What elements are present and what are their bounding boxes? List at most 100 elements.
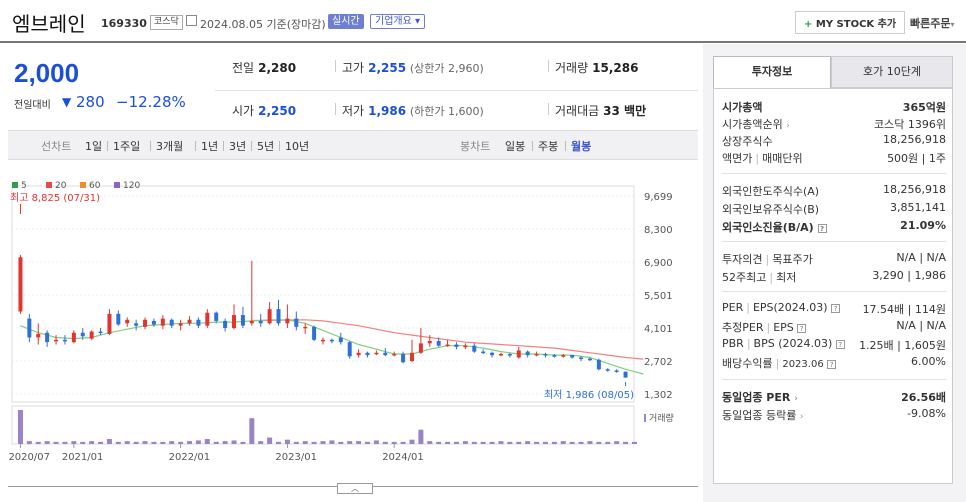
legend-swatch — [114, 182, 120, 188]
candle-body — [623, 371, 628, 378]
volume-bar — [338, 441, 344, 444]
volume-bar — [542, 441, 548, 444]
company-overview-dropdown[interactable]: 기업개요 ▾ — [370, 14, 426, 29]
info-icon[interactable]: ? — [831, 303, 841, 313]
foreign-limit-value: 18,256,918 — [883, 183, 946, 196]
volume-bar — [124, 441, 130, 444]
volume-bar — [133, 441, 139, 444]
candle-chart-label[interactable]: 봉차트 — [460, 138, 490, 154]
candle-body — [196, 319, 201, 326]
volume-bar — [605, 441, 611, 444]
candle-body — [116, 313, 121, 325]
opinion-label: 투자의견 — [722, 253, 763, 266]
candle-body — [481, 351, 486, 354]
line-chart-label[interactable]: 선차트 — [41, 138, 71, 154]
realtime-button[interactable]: 실시간 — [328, 14, 364, 29]
sector-chg-label: 동일업종 등락률 — [722, 409, 797, 422]
candle-body — [570, 355, 575, 358]
volume-bar — [569, 441, 575, 444]
fper-value: N/A | N/A — [896, 319, 946, 332]
volume-legend-swatch — [644, 414, 646, 422]
tab-candle-daily[interactable]: 일봉 — [505, 138, 525, 154]
volume-bar — [489, 441, 495, 444]
sector-chg-value: -9.08% — [907, 407, 946, 420]
quote-date: 2024.08.05 기준(장마감) — [200, 18, 326, 31]
market-cap-row: 시가총액 365억원 — [722, 99, 946, 115]
volume-label: 거래량 — [649, 412, 674, 424]
section-divider — [722, 173, 946, 174]
volume-bar — [276, 441, 282, 444]
market-cap-rank-row[interactable]: 시가총액순위 › 코스닥 1396위 — [722, 116, 946, 132]
tab-orderbook-10[interactable]: 호가 10단계 — [831, 56, 953, 88]
y-tick-label: 1,302 — [644, 390, 673, 401]
tab-period-3y[interactable]: 3년 — [229, 138, 246, 154]
candle-body — [596, 359, 601, 370]
volume-bar — [436, 441, 442, 444]
x-tick-label: 2024/01 — [382, 452, 424, 463]
info-icon[interactable]: ? — [827, 359, 837, 369]
sector-change-row[interactable]: 동일업종 등락률 › -9.08% — [722, 407, 946, 423]
volume-bar — [391, 441, 397, 444]
tab-period-10y[interactable]: 10년 — [285, 138, 309, 154]
candle-body — [205, 312, 210, 326]
x-tick-label: 2022/01 — [169, 452, 211, 463]
candle-body — [160, 318, 165, 326]
plot-area — [11, 185, 635, 403]
volume-bar — [418, 429, 424, 444]
collapse-toggle-button[interactable]: ︿ — [337, 483, 373, 494]
chart-tabs-bar: 선차트 1일 1주일 3개월 1년 3년 5년 10년 봉차트 일봉 주봉 월봉 — [8, 130, 698, 160]
candle-body — [347, 342, 352, 357]
separator: | — [746, 337, 751, 350]
candle-body — [321, 339, 325, 342]
chevron-right-icon: › — [786, 121, 790, 131]
legend-label: 60 — [89, 181, 101, 191]
tab-candle-weekly[interactable]: 주봉 — [538, 138, 558, 154]
quick-order-dropdown[interactable]: 빠른주문▾ — [910, 15, 955, 31]
candle-body — [365, 352, 370, 356]
volume-bar — [302, 441, 308, 444]
candle-body — [27, 318, 32, 338]
add-mystock-button[interactable]: + MY STOCK 추가 — [795, 11, 906, 34]
price-chart: 9,699 8,300 6,900 5,501 4,101 2,702 1,302 5 20 60… — [8, 176, 698, 466]
tab-invest-info[interactable]: 투자정보 — [713, 56, 831, 88]
candle-body — [418, 343, 423, 353]
info-icon[interactable]: ? — [835, 339, 845, 349]
candle-body — [409, 352, 414, 362]
eps-label: EPS(2024.03) — [752, 301, 828, 314]
tab-period-1d[interactable]: 1일 — [85, 138, 102, 154]
foreign-hold-row: 외국인보유주식수(B) 3,851,141 — [722, 201, 946, 217]
volume-bar — [534, 441, 540, 444]
quick-order-label: 빠른주문 — [910, 17, 951, 30]
tab-period-3m[interactable]: 3개월 — [156, 138, 183, 154]
sector-per-row[interactable]: 동일업종 PER › 26.56배 — [722, 389, 946, 405]
volume-bar — [26, 441, 32, 444]
info-icon[interactable]: ? — [797, 323, 807, 333]
opinion-row: 투자의견 | 목표주가 N/A | N/A — [722, 251, 946, 267]
legend-swatch — [12, 182, 18, 188]
volume-bar — [71, 441, 77, 444]
candle-body — [240, 315, 245, 326]
sector-per-value: 26.56배 — [901, 391, 946, 404]
info-icon[interactable]: ? — [817, 223, 827, 233]
candle-body — [445, 344, 450, 347]
volume-bar — [427, 441, 433, 444]
opinion-value: N/A | N/A — [896, 251, 946, 264]
tab-period-1y[interactable]: 1년 — [201, 138, 218, 154]
open-price: 시가 2,250 — [232, 102, 296, 119]
plus-icon: + — [804, 19, 813, 30]
overview-label: 기업개요 — [375, 16, 412, 27]
tab-candle-monthly[interactable]: 월봉 — [571, 138, 591, 154]
tab-period-1w[interactable]: 1주일 — [113, 138, 140, 154]
section-divider — [722, 379, 946, 380]
volume-bar — [498, 441, 504, 444]
foreign-ratio-label: 외국인소진율(B/A) — [722, 221, 814, 234]
volume-bar — [445, 441, 451, 444]
legend-label: 20 — [55, 181, 67, 191]
candle-body — [267, 309, 272, 324]
candle-body — [303, 326, 308, 329]
volume-label: 거래량 — [555, 61, 589, 75]
volume-bar — [249, 418, 255, 444]
face-label: 액면가 — [722, 152, 753, 165]
candlestick-chart: 9,699 8,300 6,900 5,501 4,101 2,702 1,302 5 20 60… — [8, 181, 674, 463]
tab-period-5y[interactable]: 5년 — [257, 138, 274, 154]
